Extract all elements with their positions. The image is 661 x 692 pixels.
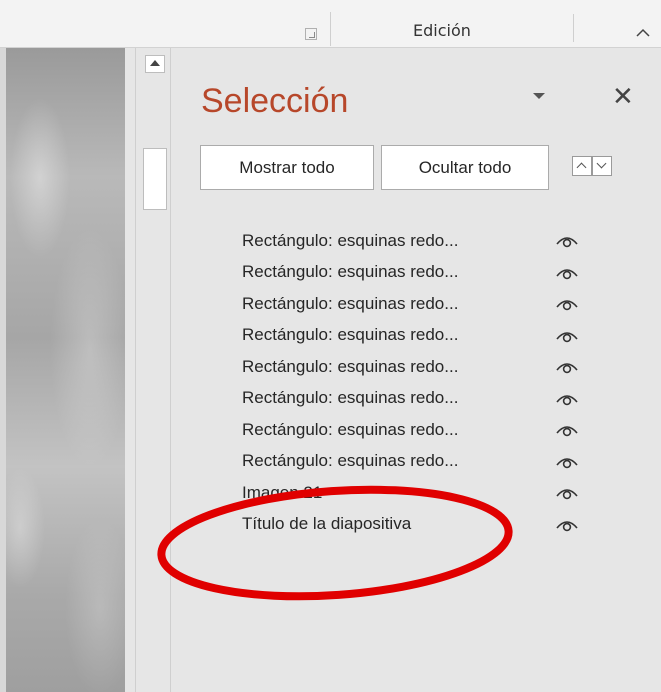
- list-item[interactable]: Imagen 21: [235, 477, 615, 509]
- object-label[interactable]: Rectángulo: esquinas redo...: [242, 451, 458, 471]
- hide-all-button[interactable]: Ocultar todo: [381, 145, 549, 190]
- list-item[interactable]: Rectángulo: esquinas redo...: [235, 225, 615, 257]
- eye-icon[interactable]: [555, 515, 579, 535]
- list-item[interactable]: Rectángulo: esquinas redo...: [235, 257, 615, 289]
- show-all-button[interactable]: Mostrar todo: [200, 145, 374, 190]
- list-item[interactable]: Rectángulo: esquinas redo...: [235, 288, 615, 320]
- eye-icon[interactable]: [555, 452, 579, 472]
- slide-edge: [0, 48, 6, 692]
- bring-forward-button[interactable]: [572, 156, 592, 176]
- vertical-scrollbar[interactable]: [135, 48, 171, 692]
- list-item[interactable]: Rectángulo: esquinas redo...: [235, 320, 615, 352]
- chevron-up-icon[interactable]: [634, 24, 652, 42]
- eye-icon[interactable]: [555, 420, 579, 440]
- object-label[interactable]: Rectángulo: esquinas redo...: [242, 420, 458, 440]
- dialog-launcher-icon[interactable]: [305, 28, 317, 40]
- send-backward-button[interactable]: [592, 156, 612, 176]
- close-icon[interactable]: ✕: [612, 84, 634, 110]
- list-item[interactable]: Rectángulo: esquinas redo...: [235, 383, 615, 415]
- object-label[interactable]: Rectángulo: esquinas redo...: [242, 294, 458, 314]
- eye-icon[interactable]: [555, 231, 579, 251]
- dropdown-icon[interactable]: [533, 93, 545, 99]
- ribbon-group-label: Edición: [413, 21, 471, 40]
- list-item[interactable]: Título de la diapositiva: [235, 509, 615, 541]
- list-item[interactable]: Rectángulo: esquinas redo...: [235, 414, 615, 446]
- object-label[interactable]: Título de la diapositiva: [242, 514, 411, 534]
- ribbon-separator: [573, 14, 574, 42]
- scroll-thumb[interactable]: [143, 148, 167, 210]
- object-label[interactable]: Rectángulo: esquinas redo...: [242, 262, 458, 282]
- slide-canvas[interactable]: [0, 48, 125, 692]
- ribbon-separator: [330, 12, 331, 46]
- pane-title: Selección: [201, 82, 349, 120]
- eye-icon[interactable]: [555, 483, 579, 503]
- eye-icon[interactable]: [555, 357, 579, 377]
- list-item[interactable]: Rectángulo: esquinas redo...: [235, 351, 615, 383]
- object-label[interactable]: Imagen 21: [242, 483, 322, 503]
- list-item[interactable]: Rectángulo: esquinas redo...: [235, 446, 615, 478]
- object-label[interactable]: Rectángulo: esquinas redo...: [242, 325, 458, 345]
- object-label[interactable]: Rectángulo: esquinas redo...: [242, 388, 458, 408]
- eye-icon[interactable]: [555, 294, 579, 314]
- eye-icon[interactable]: [555, 263, 579, 283]
- object-label[interactable]: Rectángulo: esquinas redo...: [242, 357, 458, 377]
- object-label[interactable]: Rectángulo: esquinas redo...: [242, 231, 458, 251]
- eye-icon[interactable]: [555, 326, 579, 346]
- eye-icon[interactable]: [555, 389, 579, 409]
- scroll-up-button[interactable]: [145, 55, 165, 73]
- object-list: Rectángulo: esquinas redo... Rectángulo: …: [235, 225, 615, 540]
